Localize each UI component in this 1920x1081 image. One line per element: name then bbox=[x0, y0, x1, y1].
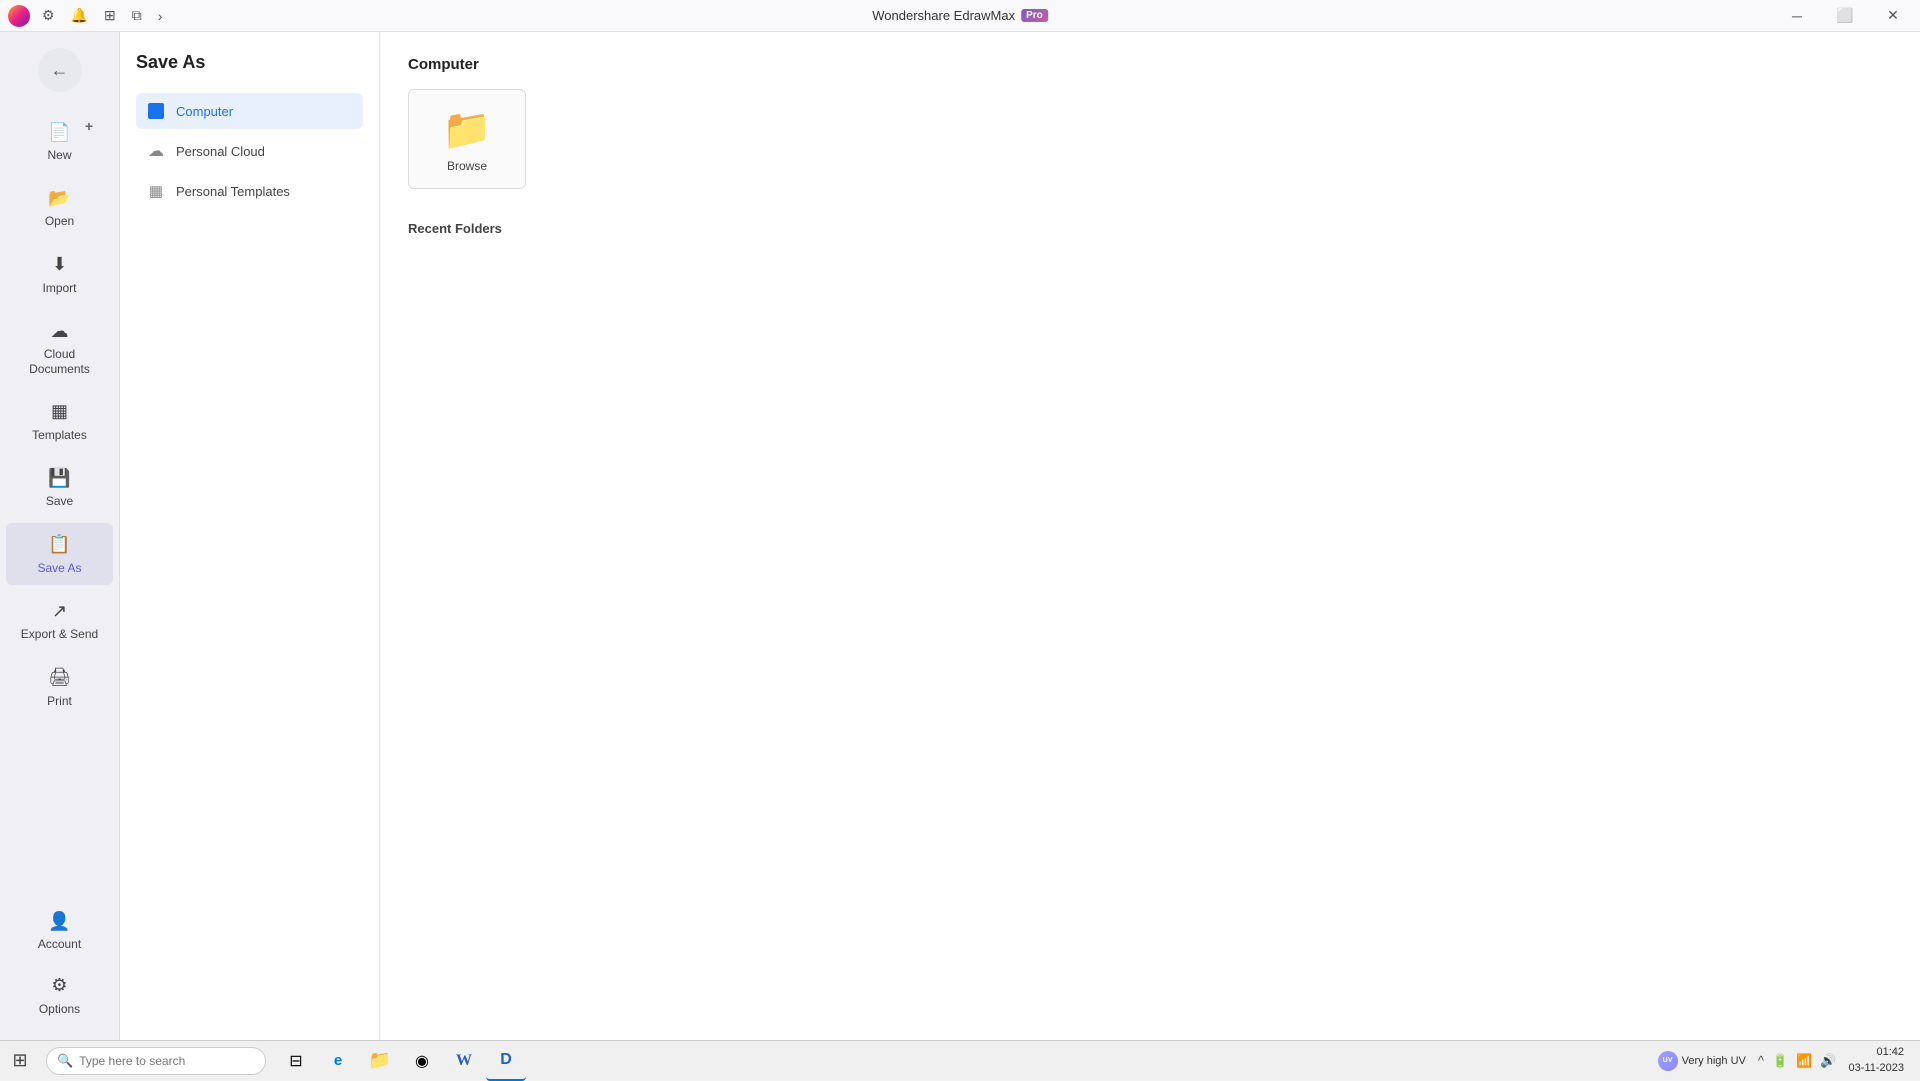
open-icon: 📂 bbox=[48, 186, 72, 210]
sidebar-item-saveas[interactable]: 📋 Save As bbox=[6, 523, 113, 585]
sidebar-item-open[interactable]: 📂 Open bbox=[6, 176, 113, 238]
settings-icon-btn[interactable]: ⚙ bbox=[36, 3, 61, 28]
window-controls: ─ ⬜ ✕ bbox=[1774, 0, 1916, 32]
sidebar-item-open-label: Open bbox=[45, 214, 74, 228]
sidebar-item-print[interactable]: 🖨 Print bbox=[6, 656, 113, 718]
taskbar-time[interactable]: 01:42 03-11-2023 bbox=[1841, 1045, 1912, 1076]
uv-circle-icon: UV bbox=[1658, 1051, 1678, 1071]
time-display: 01:42 bbox=[1849, 1045, 1904, 1060]
import-icon: ⬇ bbox=[48, 253, 72, 277]
saveas-option-personal-cloud[interactable]: ☁ Personal Cloud bbox=[136, 133, 363, 169]
personal-templates-icon: ▦ bbox=[146, 181, 166, 201]
app-name: Wondershare EdrawMax bbox=[872, 8, 1015, 23]
minimize-button[interactable]: ─ bbox=[1774, 0, 1820, 32]
print-icon: 🖨 bbox=[48, 666, 72, 690]
close-button[interactable]: ✕ bbox=[1870, 0, 1916, 32]
date-display: 03-11-2023 bbox=[1849, 1061, 1904, 1076]
tray-icons: ^ 🔋 📶 🔊 bbox=[1756, 1051, 1839, 1071]
taskbar-app-chrome[interactable]: ◉ bbox=[402, 1041, 442, 1081]
taskbar-right: UV Very high UV ^ 🔋 📶 🔊 01:42 03-11-2023 bbox=[1650, 1045, 1920, 1076]
copy-icon-btn[interactable]: ⧉ bbox=[126, 3, 148, 28]
nav-bottom: 👤 Account ⚙ Options bbox=[0, 897, 119, 1040]
uv-indicator: UV Very high UV bbox=[1650, 1051, 1754, 1071]
back-button[interactable]: ← bbox=[38, 48, 82, 92]
saveas-title: Save As bbox=[136, 52, 363, 73]
saveas-options: Computer ☁ Personal Cloud ▦ Personal Tem… bbox=[136, 93, 363, 209]
saveas-option-personal-cloud-label: Personal Cloud bbox=[176, 144, 265, 159]
sidebar-item-export[interactable]: ↗ Export & Send bbox=[6, 589, 113, 651]
sidebar-item-print-label: Print bbox=[47, 694, 72, 708]
options-icon: ⚙ bbox=[48, 974, 72, 998]
volume-icon[interactable]: 🔊 bbox=[1818, 1051, 1838, 1071]
plus-icon: + bbox=[85, 118, 93, 134]
sidebar-item-cloud-label: Cloud Documents bbox=[14, 347, 105, 376]
toolbar-icons: ⚙ 🔔 ⊞ ⧉ › bbox=[36, 3, 168, 28]
taskbar-search-box[interactable]: 🔍 bbox=[46, 1047, 266, 1075]
sidebar-item-options[interactable]: ⚙ Options bbox=[6, 964, 113, 1026]
pro-badge: Pro bbox=[1021, 9, 1048, 22]
personal-cloud-icon: ☁ bbox=[146, 141, 166, 161]
recent-folders-title: Recent Folders bbox=[408, 221, 1892, 236]
maximize-button[interactable]: ⬜ bbox=[1822, 0, 1868, 32]
taskbar-app-widgets[interactable]: ⊟ bbox=[276, 1041, 316, 1081]
bell-icon-btn[interactable]: 🔔 bbox=[65, 3, 94, 28]
saveas-option-personal-templates[interactable]: ▦ Personal Templates bbox=[136, 173, 363, 209]
taskbar-app-edge[interactable]: e bbox=[318, 1041, 358, 1081]
sidebar-item-new-label: New bbox=[47, 148, 71, 162]
templates-icon: ▦ bbox=[48, 400, 72, 424]
saveas-panel: Save As Computer ☁ Personal Cloud ▦ Pers… bbox=[120, 32, 380, 1040]
tray-chevron-icon[interactable]: ^ bbox=[1756, 1051, 1766, 1070]
browse-grid: 📁 Browse bbox=[408, 89, 1892, 189]
sidebar-item-options-label: Options bbox=[39, 1002, 80, 1016]
new-icon: 📄 bbox=[48, 120, 72, 144]
sidebar-item-cloud[interactable]: ☁ Cloud Documents bbox=[6, 309, 113, 386]
saveas-option-personal-templates-label: Personal Templates bbox=[176, 184, 290, 199]
arrow-icon-btn[interactable]: › bbox=[152, 4, 169, 28]
start-button[interactable]: ⊞ bbox=[0, 1041, 40, 1081]
browse-card[interactable]: 📁 Browse bbox=[408, 89, 526, 189]
sidebar-item-account-label: Account bbox=[38, 937, 81, 951]
sidebar-item-save[interactable]: 💾 Save bbox=[6, 456, 113, 518]
network-icon[interactable]: 📶 bbox=[1794, 1051, 1814, 1071]
sidebar-item-import-label: Import bbox=[42, 281, 76, 295]
folder-icon-large: 📁 bbox=[442, 106, 492, 153]
taskbar-app-edrawmax[interactable]: D bbox=[486, 1041, 526, 1081]
uv-icon-label: UV bbox=[1663, 1057, 1673, 1064]
section-title: Computer bbox=[408, 56, 1892, 73]
title-bar-center: Wondershare EdrawMax Pro bbox=[872, 8, 1048, 23]
export-icon: ↗ bbox=[48, 599, 72, 623]
search-icon: 🔍 bbox=[57, 1053, 73, 1069]
search-input[interactable] bbox=[79, 1054, 249, 1068]
taskbar-apps: ⊟ e 📁 ◉ W D bbox=[276, 1041, 526, 1081]
sidebar-item-saveas-label: Save As bbox=[37, 561, 81, 575]
main-content: Computer 📁 Browse Recent Folders bbox=[380, 32, 1920, 1040]
grid-icon-btn[interactable]: ⊞ bbox=[98, 3, 122, 28]
sidebar-item-account[interactable]: 👤 Account bbox=[6, 899, 113, 961]
taskbar: ⊞ 🔍 ⊟ e 📁 ◉ W D UV Very high UV ^ 🔋 📶 🔊 … bbox=[0, 1040, 1920, 1080]
saveas-option-computer-label: Computer bbox=[176, 104, 233, 119]
battery-icon[interactable]: 🔋 bbox=[1770, 1051, 1790, 1071]
taskbar-app-word[interactable]: W bbox=[444, 1041, 484, 1081]
cloud-icon: ☁ bbox=[48, 319, 72, 343]
title-bar: ⚙ 🔔 ⊞ ⧉ › Wondershare EdrawMax Pro ─ ⬜ ✕ bbox=[0, 0, 1920, 32]
left-nav: ← 📄 + New 📂 Open ⬇ Import ☁ Cloud Docume… bbox=[0, 32, 120, 1040]
sidebar-item-templates-label: Templates bbox=[32, 428, 87, 442]
title-bar-left: ⚙ 🔔 ⊞ ⧉ › bbox=[0, 3, 168, 28]
taskbar-app-file-explorer[interactable]: 📁 bbox=[360, 1041, 400, 1081]
uv-label: Very high UV bbox=[1682, 1055, 1746, 1067]
app-container: ← 📄 + New 📂 Open ⬇ Import ☁ Cloud Docume… bbox=[0, 32, 1920, 1040]
saveas-icon: 📋 bbox=[48, 533, 72, 557]
sidebar-item-import[interactable]: ⬇ Import bbox=[6, 243, 113, 305]
computer-icon bbox=[146, 101, 166, 121]
saveas-option-computer[interactable]: Computer bbox=[136, 93, 363, 129]
sidebar-item-templates[interactable]: ▦ Templates bbox=[6, 390, 113, 452]
browse-label: Browse bbox=[447, 159, 487, 173]
sidebar-item-new[interactable]: 📄 + New bbox=[6, 110, 113, 172]
account-icon: 👤 bbox=[48, 909, 72, 933]
sidebar-item-save-label: Save bbox=[46, 494, 73, 508]
avatar bbox=[8, 5, 30, 27]
save-icon: 💾 bbox=[48, 466, 72, 490]
sidebar-item-export-label: Export & Send bbox=[21, 627, 98, 641]
